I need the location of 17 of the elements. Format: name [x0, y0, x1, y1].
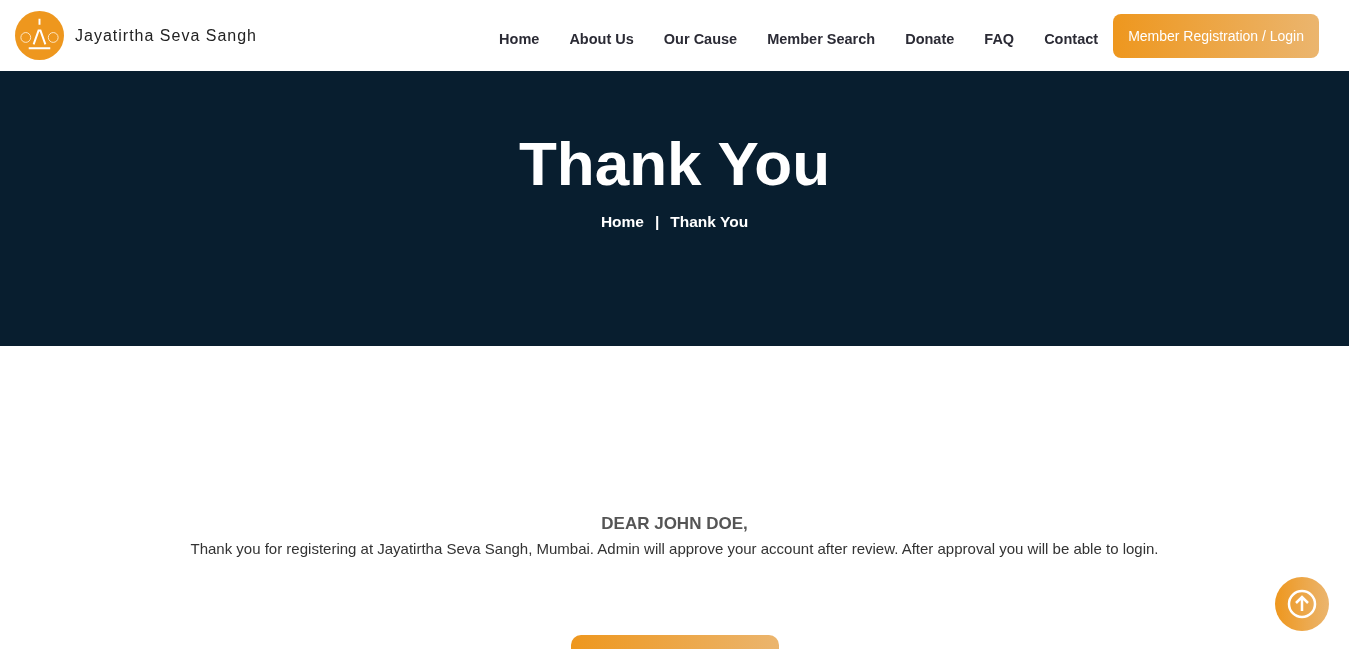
breadcrumb-current: Thank You — [670, 213, 749, 232]
nav-link[interactable]: Contact — [1029, 30, 1114, 47]
nav-link[interactable]: Our Cause — [648, 30, 753, 47]
nav-link[interactable]: Home — [484, 30, 555, 47]
brand-name: Jayatirtha Seva Sangh — [75, 26, 257, 45]
logo-icon — [15, 11, 64, 60]
arrow-up-icon — [1287, 589, 1317, 619]
scroll-top-button[interactable] — [1275, 577, 1329, 631]
breadcrumb-link[interactable]: Home — [600, 213, 644, 232]
nav-link[interactable]: About Us — [554, 30, 649, 47]
breadcrumb-separator: | — [654, 213, 660, 232]
nav-link[interactable]: Donate — [890, 30, 970, 47]
page-title: Thank You — [518, 128, 831, 200]
greeting: DEAR JOHN DOE, — [601, 514, 748, 534]
confirmation-message: Thank you for registering at Jayatirtha Seva Sangh, Mumbai. Admin will approve your account after review. After approval you will be able to login. — [190, 540, 1159, 557]
nav-link[interactable]: FAQ — [969, 30, 1030, 47]
nav-link[interactable]: Member Search — [752, 30, 891, 47]
